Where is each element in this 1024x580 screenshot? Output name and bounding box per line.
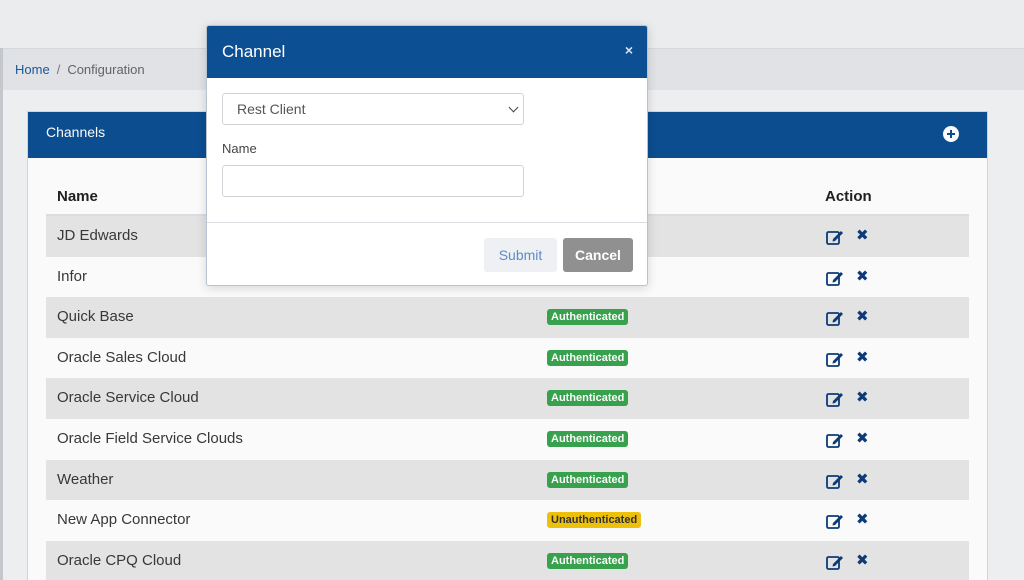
channel-type-select[interactable]: Rest Client bbox=[222, 93, 524, 125]
chevron-down-icon bbox=[508, 102, 519, 113]
modal-body: Rest Client Name bbox=[207, 78, 647, 223]
submit-button[interactable]: Submit bbox=[484, 238, 557, 272]
channel-modal: Channel × Rest Client Name Submit Cancel bbox=[206, 25, 648, 286]
modal-title: Channel bbox=[222, 42, 286, 61]
cancel-button[interactable]: Cancel bbox=[563, 238, 633, 272]
modal-footer: Submit Cancel bbox=[207, 223, 647, 285]
close-icon[interactable]: × bbox=[625, 42, 633, 58]
name-input[interactable] bbox=[222, 165, 524, 197]
name-label: Name bbox=[222, 141, 257, 156]
modal-header: Channel × bbox=[207, 26, 647, 78]
select-value: Rest Client bbox=[237, 101, 306, 117]
